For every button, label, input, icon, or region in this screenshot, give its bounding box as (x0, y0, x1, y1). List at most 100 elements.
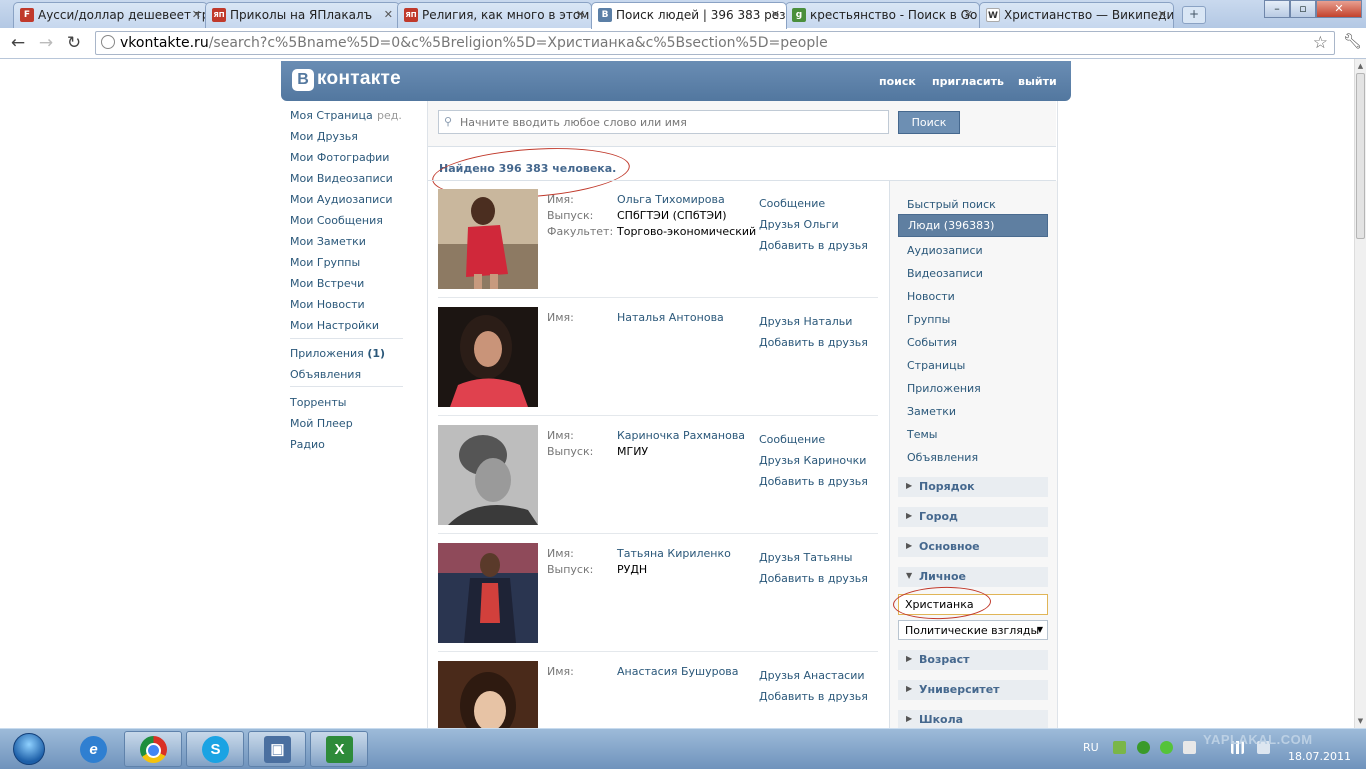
browser-tab[interactable]: F Аусси/доллар дешевеет тр ✕ (13, 2, 208, 28)
menu-item[interactable]: Мои Аудиозаписи (290, 193, 393, 206)
search-input[interactable]: ⚲ Начните вводить любое слово или имя (438, 110, 889, 134)
tray-app-icon[interactable] (1160, 741, 1173, 754)
tab-close-icon[interactable]: ✕ (964, 3, 973, 27)
friends-link[interactable]: Друзья Ольги (759, 218, 839, 231)
add-friend-link[interactable]: Добавить в друзья (759, 239, 868, 252)
tray-app-icon[interactable] (1137, 741, 1150, 754)
vertical-scrollbar[interactable]: ▲ ▼ (1354, 59, 1366, 728)
taskbar-app-ie[interactable]: e (64, 731, 122, 767)
language-indicator[interactable]: RU (1083, 741, 1099, 754)
menu-item[interactable]: Мои Группы (290, 256, 360, 269)
filter-quick-search[interactable]: Быстрый поиск (907, 198, 996, 211)
filter-link[interactable]: Новости (907, 290, 955, 303)
add-friend-link[interactable]: Добавить в друзья (759, 475, 868, 488)
friends-link[interactable]: Друзья Кариночки (759, 454, 866, 467)
menu-ads[interactable]: Объявления (290, 368, 361, 381)
filter-people-active[interactable]: Люди (396383) (898, 214, 1048, 237)
menu-item[interactable]: Мои Заметки (290, 235, 366, 248)
friends-link[interactable]: Друзья Анастасии (759, 669, 865, 682)
section-order[interactable]: ▶ Порядок (898, 477, 1048, 497)
scrollbar-thumb[interactable] (1356, 73, 1365, 239)
friends-link[interactable]: Друзья Татьяны (759, 551, 852, 564)
browser-tab[interactable]: g крестьянство - Поиск в Go ✕ (785, 2, 980, 28)
clock-date[interactable]: 18.07.2011 (1288, 750, 1351, 763)
menu-apps[interactable]: Приложения (1) (290, 347, 385, 360)
browser-tab-active[interactable]: B Поиск людей | 396 383 рез ✕ (591, 2, 787, 29)
maximize-button[interactable]: ▫ (1290, 0, 1316, 18)
menu-item[interactable]: Мои Новости (290, 298, 365, 311)
person-name-link[interactable]: Татьяна Кириленко (617, 547, 731, 560)
menu-item[interactable]: Мои Сообщения (290, 214, 383, 227)
address-bar[interactable]: vkontakte.ru/search?c%5Bname%5D=0&c%5Bre… (95, 31, 1335, 55)
send-message-link[interactable]: Сообщение (759, 433, 825, 446)
start-button[interactable] (2, 729, 58, 769)
add-friend-link[interactable]: Добавить в друзья (759, 572, 868, 585)
section-personal[interactable]: ▼ Личное (898, 567, 1048, 587)
profile-photo[interactable] (438, 543, 538, 643)
taskbar-app-skype[interactable]: S (186, 731, 244, 767)
vk-logo-text[interactable]: контакте (317, 68, 401, 90)
close-window-button[interactable]: ✕ (1316, 0, 1362, 18)
top-link-invite[interactable]: пригласить (932, 75, 1004, 88)
person-name-link[interactable]: Кариночка Рахманова (617, 429, 745, 442)
filter-link[interactable]: Видеозаписи (907, 267, 983, 280)
menu-item[interactable]: Мои Фотографии (290, 151, 389, 164)
tab-close-icon[interactable]: ✕ (771, 3, 780, 27)
back-arrow-icon[interactable]: ← (7, 32, 29, 54)
wrench-menu-icon[interactable]: 🔧︎ (1343, 32, 1362, 50)
scroll-up-icon[interactable]: ▲ (1355, 62, 1366, 70)
new-tab-button[interactable]: + (1182, 6, 1206, 24)
profile-photo[interactable] (438, 307, 538, 407)
section-age[interactable]: ▶ Возраст (898, 650, 1048, 670)
filter-link[interactable]: События (907, 336, 957, 349)
taskbar-app-chrome[interactable] (124, 731, 182, 767)
browser-tab[interactable]: ЯП Приколы на ЯПлакалъ ✕ (205, 2, 400, 28)
menu-edit-link[interactable]: ред. (377, 109, 402, 122)
minimize-button[interactable]: – (1264, 0, 1290, 18)
top-link-logout[interactable]: выйти (1018, 75, 1057, 88)
section-school[interactable]: ▶ Школа (898, 710, 1048, 728)
menu-my-page[interactable]: Моя Страница (290, 109, 373, 122)
political-views-select[interactable]: Политические взгляды ▼ (898, 620, 1048, 640)
browser-tab[interactable]: ЯП Религия, как много в этом ✕ (397, 2, 592, 28)
filter-link[interactable]: Объявления (907, 451, 978, 464)
taskbar-app-excel[interactable]: X (310, 731, 368, 767)
filter-link[interactable]: Темы (907, 428, 937, 441)
friends-link[interactable]: Друзья Натальи (759, 315, 852, 328)
forward-arrow-icon[interactable]: → (35, 32, 57, 54)
menu-item[interactable]: Мои Друзья (290, 130, 358, 143)
send-message-link[interactable]: Сообщение (759, 197, 825, 210)
person-name-link[interactable]: Наталья Антонова (617, 311, 724, 324)
top-link-search[interactable]: поиск (879, 75, 916, 88)
tray-flag-icon[interactable] (1183, 741, 1196, 754)
tray-utorrent-icon[interactable] (1113, 741, 1126, 754)
tab-close-icon[interactable]: ✕ (384, 3, 393, 27)
vk-logo-icon[interactable]: B (292, 69, 314, 91)
reload-icon[interactable]: ↻ (63, 32, 85, 54)
taskbar-app-network[interactable]: ▣ (248, 731, 306, 767)
tab-close-icon[interactable]: ✕ (576, 3, 585, 27)
profile-photo[interactable] (438, 425, 538, 525)
menu-item[interactable]: Радио (290, 438, 325, 451)
menu-item[interactable]: Мои Встречи (290, 277, 364, 290)
person-name-link[interactable]: Анастасия Бушурова (617, 665, 739, 678)
browser-tab[interactable]: W Христианство — Википеди ✕ (979, 2, 1174, 28)
menu-item[interactable]: Мои Настройки (290, 319, 379, 332)
search-button[interactable]: Поиск (898, 111, 960, 134)
filter-link[interactable]: Страницы (907, 359, 965, 372)
section-basic[interactable]: ▶ Основное (898, 537, 1048, 557)
filter-link[interactable]: Заметки (907, 405, 956, 418)
menu-item[interactable]: Мои Видеозаписи (290, 172, 393, 185)
filter-link[interactable]: Аудиозаписи (907, 244, 983, 257)
add-friend-link[interactable]: Добавить в друзья (759, 690, 868, 703)
menu-item[interactable]: Торренты (290, 396, 346, 409)
bookmark-star-icon[interactable]: ☆ (1313, 33, 1328, 53)
profile-photo[interactable] (438, 189, 538, 289)
tab-close-icon[interactable]: ✕ (1158, 3, 1167, 27)
filter-link[interactable]: Группы (907, 313, 950, 326)
menu-item[interactable]: Мой Плеер (290, 417, 353, 430)
filter-link[interactable]: Приложения (907, 382, 981, 395)
section-university[interactable]: ▶ Университет (898, 680, 1048, 700)
person-name-link[interactable]: Ольга Тихомирова (617, 193, 725, 206)
profile-photo[interactable] (438, 661, 538, 728)
